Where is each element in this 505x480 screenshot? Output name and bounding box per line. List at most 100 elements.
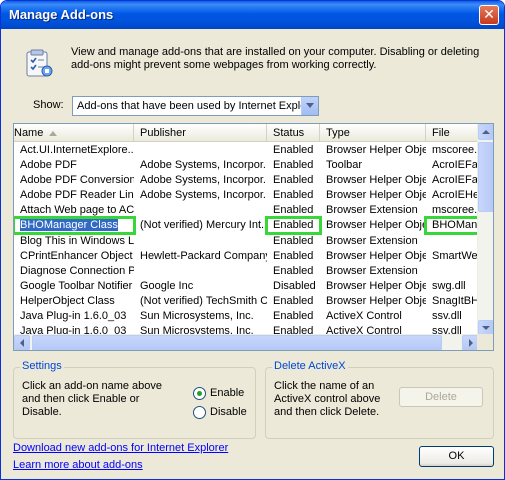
addon-status: Enabled xyxy=(273,189,314,202)
addon-type: Browser Helper Object xyxy=(326,189,426,202)
addon-status: Enabled xyxy=(273,264,314,277)
addon-name[interactable]: Java Plug-in 1.6.0_03 xyxy=(14,309,134,324)
addon-type: ActiveX Control xyxy=(326,310,402,323)
settings-group: Settings Click an add-on name above and … xyxy=(13,360,256,439)
addon-status: Enabled xyxy=(273,234,314,247)
column-header-type[interactable]: Type xyxy=(320,124,426,142)
addon-publisher: Adobe Systems, Incorpor... xyxy=(140,189,267,202)
header-description: View and manage add-ons that are install… xyxy=(71,46,480,71)
table-row[interactable]: HelperObject Class (Not verified) TechSm… xyxy=(14,294,478,309)
disable-radio-label[interactable]: Disable xyxy=(210,406,247,418)
addon-name-highlighted[interactable]: BHOManager Class xyxy=(14,216,136,236)
addon-file: SnagItBHO xyxy=(432,294,478,307)
addon-status: Disabled xyxy=(273,279,316,292)
addon-name[interactable]: Adobe PDF Conversion ... xyxy=(14,173,134,188)
scrollbar-corner xyxy=(477,334,493,350)
addon-name[interactable]: HelperObject Class xyxy=(14,294,134,309)
addon-publisher xyxy=(134,143,267,158)
enable-radio-label[interactable]: Enable xyxy=(210,387,244,399)
addon-type: Browser Helper Object xyxy=(326,249,426,262)
addon-type: Browser Helper Object xyxy=(326,144,426,156)
addon-status: Enabled xyxy=(273,204,314,217)
title-bar[interactable]: Manage Add-ons ✕ xyxy=(1,1,504,29)
chevron-down-icon[interactable] xyxy=(301,97,318,115)
addon-file: AcroIEHelp xyxy=(432,189,478,202)
addon-status: Enabled xyxy=(273,294,314,307)
addon-file: AcroIEFav xyxy=(432,174,478,187)
table-row[interactable]: Google Toolbar Notifier ... Google Inc D… xyxy=(14,279,478,294)
addon-name[interactable]: Act.UI.InternetExplore... xyxy=(14,143,134,158)
list-rows: Act.UI.InternetExplore... Enabled Browse… xyxy=(14,143,480,339)
addon-type: Toolbar xyxy=(326,159,363,172)
disable-radio[interactable] xyxy=(193,406,206,419)
addon-type: Browser Extension xyxy=(326,234,418,247)
horizontal-scroll-thumb[interactable] xyxy=(32,335,442,350)
addon-name[interactable]: Google Toolbar Notifier ... xyxy=(14,279,134,294)
column-header-name[interactable]: Name xyxy=(14,124,134,142)
close-icon[interactable]: ✕ xyxy=(479,5,499,25)
table-row[interactable]: Adobe PDF Reader Link... Adobe Systems, … xyxy=(14,188,478,203)
table-row[interactable]: Diagnose Connection Pr... Enabled Browse… xyxy=(14,264,478,279)
column-header-publisher[interactable]: Publisher xyxy=(134,124,267,142)
addon-file-highlighted: BHOManag xyxy=(424,216,480,236)
table-row[interactable]: Blog This in Windows Li... Enabled Brows… xyxy=(14,234,478,249)
column-header-status[interactable]: Status xyxy=(267,124,320,142)
vertical-scroll-thumb[interactable] xyxy=(478,142,493,212)
delete-activex-instructions: Click the name of an ActiveX control abo… xyxy=(274,380,381,418)
delete-button[interactable]: Delete xyxy=(399,387,483,407)
addon-type: Browser Helper Object xyxy=(326,279,426,292)
addon-file: ssv.dll xyxy=(432,310,462,323)
show-dropdown-value: Add-ons that have been used by Internet … xyxy=(77,100,319,112)
addon-name[interactable]: Blog This in Windows Li... xyxy=(14,234,134,249)
vertical-scrollbar[interactable] xyxy=(477,124,493,336)
addon-name[interactable]: Attach Web page to AC... xyxy=(14,203,134,218)
addon-publisher: Adobe Systems, Incorpor... xyxy=(140,174,267,187)
table-row[interactable]: Attach Web page to AC... Enabled Browser… xyxy=(14,203,478,218)
table-row[interactable]: Adobe PDF Conversion ... Adobe Systems, … xyxy=(14,173,478,188)
addon-name[interactable]: Adobe PDF Reader Link... xyxy=(14,188,134,203)
scroll-up-icon[interactable] xyxy=(478,124,493,140)
addons-list[interactable]: Name Publisher Status Type File Act.UI.I… xyxy=(13,123,494,351)
addon-status: Enabled xyxy=(273,144,314,156)
sort-ascending-icon xyxy=(49,130,58,136)
manage-addons-window: Manage Add-ons ✕ View and manage add-ons… xyxy=(0,0,505,480)
addon-file: mscoree.d xyxy=(432,144,478,156)
addon-publisher: Google Inc xyxy=(140,279,194,292)
addon-type: Browser Helper Object xyxy=(326,294,426,307)
delete-activex-group-label: Delete ActiveX xyxy=(272,360,348,372)
addon-type: Browser Extension xyxy=(326,264,418,277)
addon-publisher: Sun Microsystems, Inc. xyxy=(140,310,254,323)
show-dropdown[interactable]: Add-ons that have been used by Internet … xyxy=(72,96,319,116)
table-row[interactable]: CPrintEnhancer Object Hewlett-Packard Co… xyxy=(14,249,478,264)
addon-name[interactable]: Diagnose Connection Pr... xyxy=(14,264,134,279)
settings-instructions: Click an add-on name above and then clic… xyxy=(22,380,163,418)
table-row[interactable]: Java Plug-in 1.6.0_03 Sun Microsystems, … xyxy=(14,309,478,324)
addon-status-highlighted: Enabled xyxy=(265,216,322,236)
list-header: Name Publisher Status Type File xyxy=(14,124,486,142)
addon-status: Enabled xyxy=(273,159,314,172)
addon-publisher: (Not verified) TechSmith C... xyxy=(140,294,267,307)
addon-status: Enabled xyxy=(273,174,314,187)
table-row[interactable]: Act.UI.InternetExplore... Enabled Browse… xyxy=(14,143,478,158)
addons-list-icon xyxy=(26,49,53,77)
table-row-selected[interactable]: BHOManager Class (Not verified) Mercury … xyxy=(14,216,480,236)
addon-type: Browser Extension xyxy=(326,204,418,217)
addon-publisher xyxy=(134,203,267,218)
addon-file: SmartWeb xyxy=(432,249,478,262)
horizontal-scrollbar[interactable] xyxy=(14,334,478,350)
window-title: Manage Add-ons xyxy=(9,7,114,22)
delete-activex-group: Delete ActiveX Click the name of an Acti… xyxy=(265,360,494,439)
addon-publisher: Adobe Systems, Incorpor... xyxy=(140,159,267,172)
addon-name[interactable]: CPrintEnhancer Object xyxy=(14,249,134,264)
addon-file: AcroIEFav xyxy=(432,159,478,172)
ok-button[interactable]: OK xyxy=(419,446,494,467)
addon-name[interactable]: Adobe PDF xyxy=(14,158,134,173)
table-row[interactable]: Adobe PDF Adobe Systems, Incorpor... Ena… xyxy=(14,158,478,173)
learn-more-link[interactable]: Learn more about add-ons xyxy=(13,459,143,471)
scroll-right-icon[interactable] xyxy=(462,335,478,350)
download-addons-link[interactable]: Download new add-ons for Internet Explor… xyxy=(13,442,228,454)
addon-status: Enabled xyxy=(273,310,314,323)
column-header-label: Name xyxy=(14,127,44,139)
enable-radio[interactable] xyxy=(193,387,206,400)
scroll-left-icon[interactable] xyxy=(14,335,30,350)
